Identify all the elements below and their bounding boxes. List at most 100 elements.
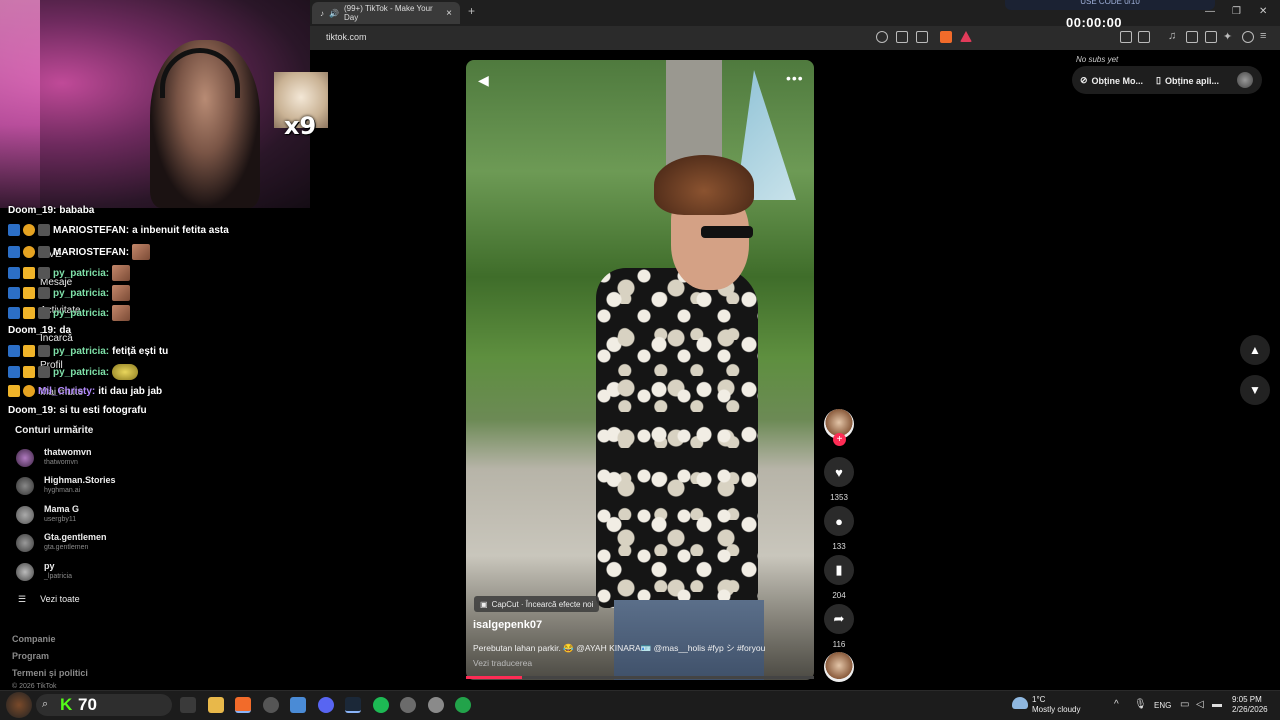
subs-goal-text: No subs yet (1076, 55, 1119, 64)
xbox-icon[interactable] (455, 697, 471, 713)
chat-message: py_patricia: (8, 265, 131, 281)
profile-avatar[interactable] (1237, 72, 1253, 88)
no-tracking-icon[interactable] (876, 31, 888, 43)
footer-company[interactable]: Companie (12, 634, 56, 644)
followed-account[interactable]: py _lpatricia (16, 561, 216, 585)
kick-viewer-count: 70 (78, 695, 97, 714)
speaker-icon[interactable]: 🔊 (329, 9, 339, 18)
badge-icon (8, 287, 20, 299)
brave-rewards-icon[interactable] (960, 31, 972, 42)
clock-time[interactable]: 9:05 PM (1232, 695, 1262, 704)
vpn-icon[interactable] (1242, 31, 1254, 43)
address-bar[interactable] (310, 26, 1280, 50)
browser-tab[interactable]: ♪ 🔊 (99+) TikTok - Make Your Day × (312, 2, 460, 24)
spotify-icon[interactable] (373, 697, 389, 713)
close-window-icon[interactable]: ✕ (1259, 6, 1267, 17)
close-tab-icon[interactable]: × (446, 8, 452, 19)
like-count: 1353 (830, 493, 848, 502)
cat-multiplier: x9 (284, 112, 317, 140)
get-coins-button[interactable]: ⊘ Obține Mo... (1080, 75, 1143, 86)
chat-message: Doom_19: si tu esti fotografu (8, 405, 147, 416)
brave-browser-icon[interactable] (235, 697, 251, 713)
music-icon[interactable]: ♫ (1168, 30, 1180, 42)
capcut-tag[interactable]: ▣ CapCut · Încearcă efecte noi (474, 596, 600, 612)
url-text[interactable]: tiktok.com (326, 32, 367, 42)
video-progress-bar[interactable] (466, 676, 814, 679)
menu-icon[interactable]: ≡ (1260, 30, 1272, 42)
chat-user: py_patricia: (53, 345, 110, 357)
followed-account[interactable]: thatwomvn thatwomvn (16, 447, 216, 471)
chat-user: Doom_19: (8, 205, 57, 216)
badge-icon (8, 385, 20, 397)
volume-icon[interactable]: ◀ (478, 72, 489, 89)
badge-icon (8, 366, 20, 378)
battery-icon[interactable]: ▬ (1212, 699, 1222, 710)
follow-plus-icon[interactable]: + (833, 433, 846, 446)
video-description: Perebutan lahan parkir. 😂 @AYAH KINARA🪪 … (473, 643, 766, 653)
settings-gear-icon[interactable] (428, 697, 444, 713)
leo-ai-icon[interactable]: ✦ (1223, 30, 1235, 43)
more-options-icon[interactable]: ••• (786, 70, 804, 86)
chat-user: py_patricia: (53, 366, 110, 378)
cast-icon[interactable] (896, 31, 908, 43)
network-icon[interactable]: ▭ (1180, 699, 1189, 710)
chat-message: MARIOSTEFAN: (8, 244, 151, 260)
see-all-button[interactable]: ☰ Vezi toate (18, 594, 80, 605)
video-author[interactable]: isalgepenk07 (473, 619, 542, 631)
chat-message: py_patricia: fetiță ești tu (8, 345, 168, 357)
like-button[interactable]: ♥ 1353 (824, 457, 854, 502)
steam-icon[interactable] (345, 697, 361, 713)
clock-date[interactable]: 2/26/2026 (1232, 705, 1268, 714)
tab-search-icon[interactable] (1138, 31, 1150, 43)
badge-icon (38, 366, 50, 378)
video-player[interactable] (466, 60, 814, 680)
chat-text: bababa (59, 205, 95, 216)
followed-account[interactable]: Mama G usergby11 (16, 504, 216, 528)
taskbar-search-box[interactable] (36, 694, 172, 716)
next-video-button[interactable]: ▼ (1240, 375, 1270, 405)
store-icon[interactable] (290, 697, 306, 713)
chat-text: a inbenuit fetita asta (132, 224, 229, 236)
wallet-icon[interactable] (1205, 31, 1217, 43)
chat-user: Doom_19: (8, 325, 57, 336)
badge-icon (38, 224, 50, 236)
chevron-up-icon: ▲ (1249, 343, 1261, 357)
weather-temp[interactable]: 1°C (1032, 695, 1045, 704)
music-disc-avatar[interactable] (824, 652, 854, 682)
chevron-up-tray-icon[interactable]: ^ (1114, 699, 1119, 710)
discord-icon[interactable] (318, 697, 334, 713)
share-button[interactable]: ➦ 116 (824, 604, 854, 649)
footer-terms[interactable]: Termeni și politici (12, 668, 88, 678)
weather-desc[interactable]: Mostly cloudy (1032, 705, 1080, 714)
microphone-icon[interactable]: 🎙 (1134, 699, 1147, 710)
volume-tray-icon[interactable]: ◁ (1196, 699, 1204, 710)
search-icon: ⌕ (42, 698, 49, 710)
account-handle: hyghman.ai (44, 487, 81, 494)
obs-icon[interactable] (263, 697, 279, 713)
save-button[interactable]: ▮ 204 (824, 555, 854, 600)
comment-button[interactable]: ● 133 (824, 506, 854, 551)
share-icon[interactable] (916, 31, 928, 43)
video-person-sunglasses (701, 226, 753, 238)
get-coins-label: Obține Mo... (1091, 75, 1144, 86)
extensions-icon[interactable] (1120, 31, 1132, 43)
chat-message: Mil_Christy: iti dau jab jab (8, 385, 162, 397)
new-tab-button[interactable]: + (468, 4, 475, 18)
get-app-button[interactable]: ▯ Obține apli... (1156, 75, 1219, 86)
followed-account[interactable]: Highman.Stories hyghman.ai (16, 475, 216, 499)
account-name: py (44, 561, 55, 571)
brave-shields-icon[interactable] (940, 31, 952, 43)
followed-account[interactable]: Gta.gentlemen gta.gentlemen (16, 532, 216, 556)
chat-message: py_patricia: (8, 364, 139, 380)
footer-program[interactable]: Program (12, 651, 49, 661)
get-app-label: Obține apli... (1164, 75, 1219, 86)
followed-accounts-title: Conturi urmărite (15, 425, 94, 436)
previous-video-button[interactable]: ▲ (1240, 335, 1270, 365)
language-indicator[interactable]: ENG (1154, 701, 1171, 710)
sidebar-icon[interactable] (1186, 31, 1198, 43)
file-explorer-icon[interactable] (208, 697, 224, 713)
task-view-icon[interactable] (180, 697, 196, 713)
restore-icon[interactable]: ❐ (1232, 6, 1241, 17)
app-icon[interactable] (400, 697, 416, 713)
see-translation-link[interactable]: Vezi traducerea (473, 658, 532, 668)
